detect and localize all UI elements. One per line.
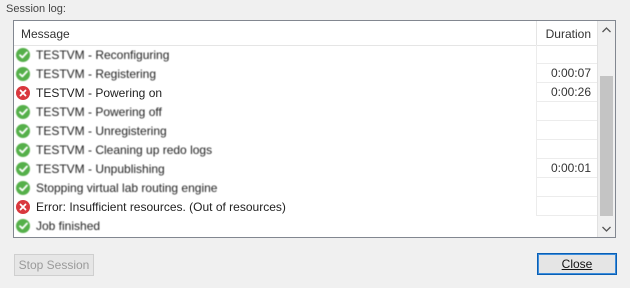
table-header: Message Duration: [14, 21, 597, 46]
message-text: TESTVM - Powering off: [36, 104, 162, 119]
check-circle-icon: [16, 218, 30, 233]
table-body: TESTVM - Reconfiguring TESTVM - Registeri…: [14, 45, 597, 235]
duration-cell: [536, 121, 597, 140]
duration-cell: [536, 216, 597, 235]
message-text: TESTVM - Powering on: [36, 85, 163, 100]
duration-cell: [536, 178, 597, 197]
duration-cell: [536, 45, 597, 64]
table-row[interactable]: Job finished: [14, 216, 597, 235]
message-cell: TESTVM - Registering: [16, 64, 156, 83]
table-row[interactable]: Error: Insufficient resources. (Out of r…: [14, 197, 597, 216]
message-cell: TESTVM - Powering on: [16, 83, 175, 102]
table-row[interactable]: Stopping virtual lab routing engine: [14, 178, 597, 197]
message-cell: Error: Insufficient resources. (Out of r…: [16, 197, 298, 216]
message-text: TESTVM - Reconfiguring: [36, 47, 170, 62]
check-circle-icon: [16, 66, 30, 81]
table-row[interactable]: TESTVM - Unpublishing 0:00:01: [14, 159, 597, 178]
vertical-scrollbar[interactable]: [597, 21, 615, 237]
column-header-message[interactable]: Message: [21, 27, 70, 41]
session-log-label: Session log:: [6, 3, 66, 15]
table-row[interactable]: TESTVM - Cleaning up redo logs: [14, 140, 597, 159]
close-button[interactable]: Close: [537, 253, 617, 275]
duration-cell: 0:00:26: [536, 83, 597, 102]
table-row[interactable]: TESTVM - Powering off: [14, 102, 597, 121]
message-cell: TESTVM - Unregistering: [16, 121, 167, 140]
table-row[interactable]: TESTVM - Registering 0:00:07: [14, 64, 597, 83]
column-header-duration: Duration: [545, 27, 591, 41]
error-circle-icon: [16, 199, 30, 214]
table-row[interactable]: TESTVM - Powering on 0:00:26: [14, 83, 597, 102]
check-circle-icon: [16, 161, 30, 176]
message-cell: TESTVM - Reconfiguring: [16, 45, 169, 64]
message-text: TESTVM - Unpublishing: [36, 161, 165, 176]
table-row[interactable]: TESTVM - Unregistering: [14, 121, 597, 140]
message-text: Job finished: [36, 218, 101, 233]
message-cell: TESTVM - Cleaning up redo logs: [16, 140, 212, 159]
duration-cell: 0:00:01: [536, 159, 597, 178]
scrollbar-thumb[interactable]: [600, 76, 613, 216]
session-log-table: Message Duration TESTVM - Reconfiguring T…: [13, 20, 616, 238]
message-cell: TESTVM - Powering off: [16, 102, 162, 121]
check-circle-icon: [16, 142, 30, 157]
message-text: Stopping virtual lab routing engine: [36, 180, 218, 195]
duration-cell: 0:00:07: [536, 64, 597, 83]
duration-cell: [536, 140, 597, 159]
message-text: TESTVM - Unregistering: [36, 123, 167, 138]
message-text: TESTVM - Cleaning up redo logs: [36, 142, 213, 157]
check-circle-icon: [16, 104, 30, 119]
error-circle-icon: [16, 85, 30, 100]
message-cell: TESTVM - Unpublishing: [16, 159, 165, 178]
message-cell: Job finished: [16, 216, 100, 235]
message-text: Error: Insufficient resources. (Out of r…: [36, 199, 286, 214]
check-circle-icon: [16, 180, 30, 195]
column-header-duration-cell[interactable]: Duration: [536, 21, 597, 45]
message-text: TESTVM - Registering: [36, 66, 157, 81]
chevron-up-icon[interactable]: [598, 21, 615, 38]
table-row[interactable]: TESTVM - Reconfiguring: [14, 45, 597, 64]
duration-cell: [536, 102, 597, 121]
stop-session-button[interactable]: Stop Session: [14, 254, 94, 276]
check-circle-icon: [16, 47, 30, 62]
duration-cell: [536, 197, 597, 216]
chevron-down-icon[interactable]: [598, 220, 615, 237]
check-circle-icon: [16, 123, 30, 138]
message-cell: Stopping virtual lab routing engine: [16, 178, 217, 197]
